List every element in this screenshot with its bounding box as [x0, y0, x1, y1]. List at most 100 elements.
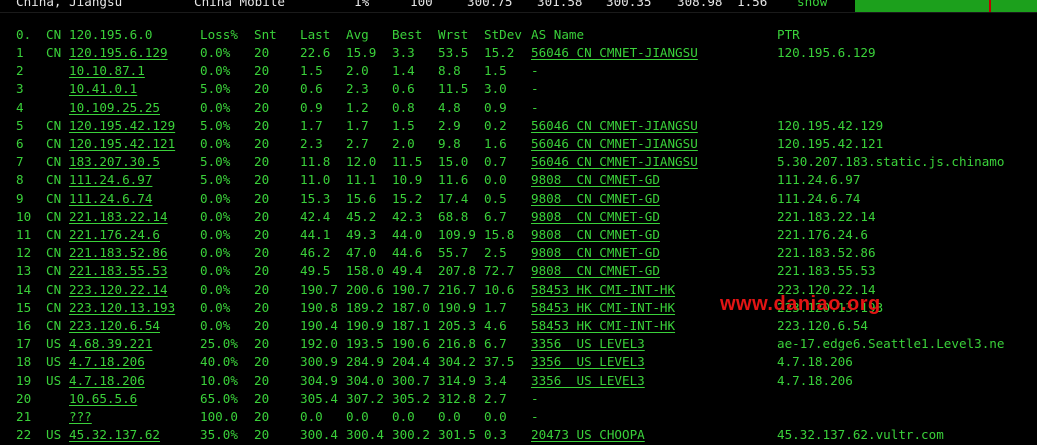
cell-host[interactable]: 111.24.6.97 [69, 171, 152, 189]
cell-as-name[interactable]: 9808 CN CMNET-GD [531, 226, 660, 244]
cell-host[interactable]: 223.120.22.14 [69, 281, 168, 299]
cell-host[interactable]: 221.183.52.86 [69, 244, 168, 262]
cell-as-name[interactable]: 9808 CN CMNET-GD [531, 190, 660, 208]
cell-host[interactable]: 120.195.42.129 [69, 117, 175, 135]
cell-hop: 19 [16, 373, 32, 388]
cell-host[interactable]: 221.183.22.14 [69, 208, 168, 226]
cell-loss: 0.0% [200, 245, 231, 260]
cell-host[interactable]: 221.176.24.6 [69, 226, 160, 244]
cell-as-name[interactable]: 58453 HK CMI-INT-HK [531, 299, 675, 317]
cell-host[interactable]: 223.120.6.54 [69, 317, 160, 335]
cell-as-name[interactable]: 56046 CN CMNET-JIANGSU [531, 153, 698, 171]
cell-stdev: 1.5 [484, 63, 507, 78]
cell-as-name[interactable]: 9808 CN CMNET-GD [531, 244, 660, 262]
cell-wrst: 8.8 [438, 63, 461, 78]
cell-wrst: 304.2 [438, 354, 476, 369]
cell-host[interactable]: 4.7.18.206 [69, 353, 145, 371]
cell-snt: 20 [254, 354, 270, 369]
cell-best: 187.0 [392, 300, 430, 315]
cell-avg: 15.6 [346, 191, 377, 206]
cell-hop: 12 [16, 245, 32, 260]
cell-as-name[interactable]: 56046 CN CMNET-JIANGSU [531, 44, 698, 62]
cell-hop: 21 [16, 409, 32, 424]
cell-stdev: 0.9 [484, 100, 507, 115]
cell-stdev: 0.7 [484, 154, 507, 169]
cell-last: 190.7 [300, 282, 338, 297]
cell-wrst: 312.8 [438, 391, 476, 406]
cell-last: 305.4 [300, 391, 338, 406]
cell-cc: CN [46, 300, 62, 315]
cell-last: 300.4 [300, 427, 338, 442]
cell-wrst: 11.6 [438, 172, 469, 187]
cell-as-name[interactable]: 3356 US LEVEL3 [531, 353, 645, 371]
cell-as-name[interactable]: 58453 HK CMI-INT-HK [531, 317, 675, 335]
cell-ptr: 221.183.52.86 [777, 245, 876, 260]
header-loss: Loss% [200, 27, 238, 42]
cell-wrst: 190.9 [438, 300, 476, 315]
cell-best: 0.6 [392, 81, 415, 96]
cell-hop: 22 [16, 427, 32, 442]
cell-cc: US [46, 336, 62, 351]
cell-host[interactable]: ??? [69, 408, 92, 426]
cell-host[interactable]: 120.195.42.121 [69, 135, 175, 153]
cell-wrst: 17.4 [438, 191, 469, 206]
cell-as-name[interactable]: 9808 CN CMNET-GD [531, 171, 660, 189]
cell-snt: 20 [254, 81, 270, 96]
cell-stdev: 2.5 [484, 245, 507, 260]
cell-stdev: 0.5 [484, 191, 507, 206]
progress-marker [989, 0, 991, 12]
cell-avg: 200.6 [346, 282, 384, 297]
cell-hop: 2 [16, 63, 24, 78]
cell-last: 1.7 [300, 118, 323, 133]
cell-last: 192.0 [300, 336, 338, 351]
cell-as-name[interactable]: 20473 US CHOOPA [531, 426, 645, 444]
cell-stdev: 0.0 [484, 409, 507, 424]
cell-host[interactable]: 4.7.18.206 [69, 372, 145, 390]
cell-as-name[interactable]: 3356 US LEVEL3 [531, 372, 645, 390]
cell-stdev: 15.8 [484, 227, 515, 242]
cell-host[interactable]: 45.32.137.62 [69, 426, 160, 444]
cell-as-name[interactable]: 56046 CN CMNET-JIANGSU [531, 117, 698, 135]
cell-best: 187.1 [392, 318, 430, 333]
cell-loss: 0.0% [200, 191, 231, 206]
cell-as-name[interactable]: 58453 HK CMI-INT-HK [531, 281, 675, 299]
cell-loss: 100.0 [200, 409, 238, 424]
header-best: Best [392, 27, 423, 42]
cell-loss: 0.0% [200, 318, 231, 333]
cell-last: 0.9 [300, 100, 323, 115]
cell-stdev: 6.7 [484, 209, 507, 224]
cell-cc: CN [46, 263, 62, 278]
cell-avg: 11.1 [346, 172, 377, 187]
cell-wrst: 9.8 [438, 136, 461, 151]
cell-host[interactable]: 10.109.25.25 [69, 99, 160, 117]
cell-stdev: 0.3 [484, 427, 507, 442]
cell-wrst: 68.8 [438, 209, 469, 224]
cell-ptr: 221.183.22.14 [777, 209, 876, 224]
cell-as-name[interactable]: 3356 US LEVEL3 [531, 335, 645, 353]
cell-last: 304.9 [300, 373, 338, 388]
cell-host[interactable]: 120.195.6.129 [69, 44, 168, 62]
cell-avg: 2.0 [346, 63, 369, 78]
cell-host[interactable]: 10.65.5.6 [69, 390, 137, 408]
cell-snt: 20 [254, 63, 270, 78]
show-link[interactable]: show [797, 0, 827, 9]
cell-avg: 12.0 [346, 154, 377, 169]
cell-host[interactable]: 221.183.55.53 [69, 262, 168, 280]
cell-cc: CN [46, 282, 62, 297]
cell-host[interactable]: 183.207.30.5 [69, 153, 160, 171]
cell-as-name[interactable]: 9808 CN CMNET-GD [531, 208, 660, 226]
cell-host[interactable]: 10.10.87.1 [69, 62, 145, 80]
cell-host[interactable]: 111.24.6.74 [69, 190, 152, 208]
cell-as-name: - [531, 100, 539, 115]
cell-host[interactable]: 4.68.39.221 [69, 335, 152, 353]
cell-best: 305.2 [392, 391, 430, 406]
cell-host[interactable]: 10.41.0.1 [69, 80, 137, 98]
cell-wrst: 207.8 [438, 263, 476, 278]
top-best: 301.58 [537, 0, 583, 9]
cell-as-name[interactable]: 56046 CN CMNET-JIANGSU [531, 135, 698, 153]
top-snt: 100 [410, 0, 433, 9]
cell-as-name[interactable]: 9808 CN CMNET-GD [531, 262, 660, 280]
cell-host[interactable]: 223.120.13.193 [69, 299, 175, 317]
cell-hop: 3 [16, 81, 24, 96]
cell-hop: 1 [16, 45, 24, 60]
